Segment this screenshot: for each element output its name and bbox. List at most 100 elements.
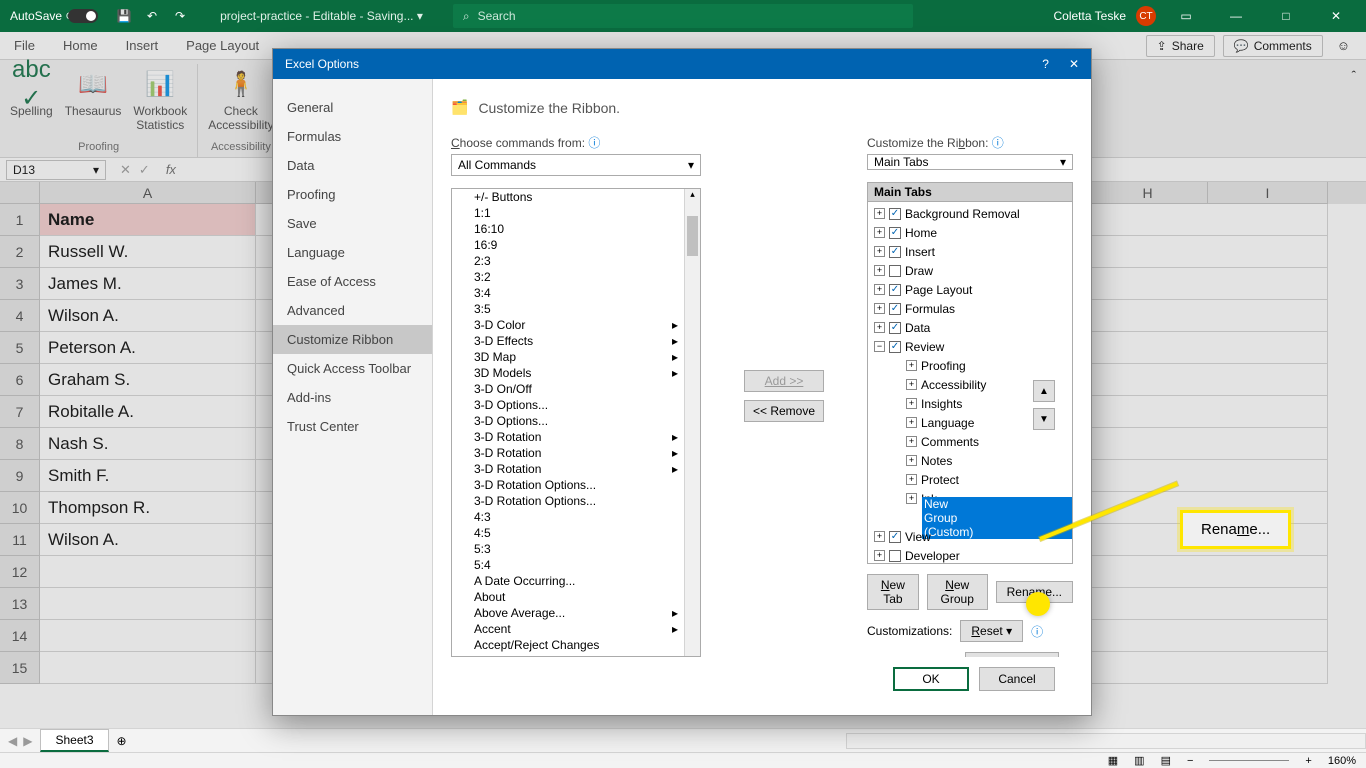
list-item[interactable]: Accept/Reject Changes [452,637,700,653]
options-nav-item[interactable]: Save [273,209,432,238]
row-header[interactable]: 15 [0,652,40,684]
list-item[interactable]: 3-D On/Off [452,381,700,397]
cell[interactable]: Smith F. [40,460,256,492]
row-header[interactable]: 3 [0,268,40,300]
row-header[interactable]: 7 [0,396,40,428]
options-nav-item[interactable]: Formulas [273,122,432,151]
list-item[interactable]: 3-D Options... [452,397,700,413]
col-header-h[interactable]: H [1088,182,1208,204]
cell[interactable]: Graham S. [40,364,256,396]
tree-item[interactable]: +✓Formulas [868,299,1072,318]
cancel-button[interactable]: Cancel [979,667,1055,691]
cell[interactable]: Wilson A. [40,524,256,556]
save-icon[interactable]: 💾 [114,6,134,26]
checkbox[interactable] [889,550,901,562]
select-all-corner[interactable] [0,182,40,204]
name-box[interactable]: D13▾ [6,160,106,180]
zoom-level[interactable]: 160% [1328,755,1356,767]
info-icon[interactable]: ⓘ [1031,623,1043,640]
view-break-icon[interactable]: ▤ [1161,754,1171,767]
list-item[interactable]: 16:9 [452,237,700,253]
checkbox[interactable]: ✓ [889,284,901,296]
col-header-i[interactable]: I [1208,182,1328,204]
info-icon[interactable]: ⓘ [588,136,600,150]
redo-icon[interactable]: ↷ [170,6,190,26]
move-up-button[interactable]: ▲ [1033,380,1055,402]
info-icon[interactable]: ⓘ [992,136,1004,150]
expand-icon[interactable]: − [874,341,885,352]
spelling-button[interactable]: abc✓Spelling [10,68,53,132]
user-avatar[interactable]: CT [1136,6,1156,26]
listbox-scrollbar[interactable]: ▴ [684,189,700,656]
list-item[interactable]: 4:3 [452,509,700,525]
cell[interactable] [40,620,256,652]
autosave-toggle[interactable]: AutoSave On [0,9,104,23]
customize-ribbon-combo[interactable]: Main Tabs▾ [867,154,1073,170]
row-header[interactable]: 1 [0,204,40,236]
row-header[interactable]: 6 [0,364,40,396]
tree-item[interactable]: +✓Page Layout [868,280,1072,299]
new-sheet-icon[interactable]: ⊕ [109,734,135,748]
cell[interactable]: Name [40,204,256,236]
cell[interactable]: Robitalle A. [40,396,256,428]
list-item[interactable]: 3D Models▸ [452,365,700,381]
list-item[interactable]: 3:4 [452,285,700,301]
new-group-button[interactable]: New Group [927,574,988,610]
row-header[interactable]: 9 [0,460,40,492]
commands-listbox[interactable]: +/- Buttons1:116:1016:92:33:23:43:53-D C… [451,188,701,657]
check-accessibility-button[interactable]: 🧍Check Accessibility [208,68,273,132]
share-button[interactable]: ⇪Share [1146,35,1215,57]
expand-icon[interactable]: + [906,360,917,371]
cancel-formula-icon[interactable]: ✕ [120,162,131,178]
minimize-icon[interactable]: — [1216,0,1256,32]
view-normal-icon[interactable]: ▦ [1108,754,1118,767]
list-item[interactable]: Accent▸ [452,621,700,637]
comments-button[interactable]: 💬Comments [1223,35,1323,57]
checkbox[interactable]: ✓ [889,227,901,239]
tab-page-layout[interactable]: Page Layout [172,32,273,59]
tree-item[interactable]: +Notes [868,451,1072,470]
expand-icon[interactable]: + [874,284,885,295]
reset-button[interactable]: Reset ▾ [960,620,1023,642]
expand-icon[interactable]: + [874,246,885,257]
expand-icon[interactable]: + [906,379,917,390]
tree-item[interactable]: New Group (Custom) [868,508,1072,527]
row-header[interactable]: 13 [0,588,40,620]
undo-icon[interactable]: ↶ [142,6,162,26]
cell[interactable] [40,588,256,620]
expand-icon[interactable]: + [874,227,885,238]
sheet-tab[interactable]: Sheet3 [40,729,108,752]
cell[interactable] [40,556,256,588]
options-nav-item[interactable]: Data [273,151,432,180]
cell[interactable]: Wilson A. [40,300,256,332]
row-header[interactable]: 2 [0,236,40,268]
tree-item[interactable]: +Protect [868,470,1072,489]
expand-icon[interactable]: + [906,455,917,466]
expand-icon[interactable]: + [874,265,885,276]
options-nav-item[interactable]: Proofing [273,180,432,209]
remove-button[interactable]: << Remove [744,400,824,422]
close-icon[interactable]: ✕ [1316,0,1356,32]
zoom-slider[interactable] [1209,760,1289,761]
list-item[interactable]: 16:10 [452,221,700,237]
checkbox[interactable]: ✓ [889,303,901,315]
tree-item[interactable]: −✓Review [868,337,1072,356]
list-item[interactable]: 1:1 [452,205,700,221]
options-nav-item[interactable]: General [273,93,432,122]
checkbox[interactable]: ✓ [889,531,901,543]
document-title[interactable]: project-practice - Editable - Saving... … [200,9,443,23]
checkbox[interactable]: ✓ [889,322,901,334]
cell[interactable]: James M. [40,268,256,300]
checkbox[interactable]: ✓ [889,341,901,353]
cell[interactable]: Thompson R. [40,492,256,524]
checkbox[interactable] [889,265,901,277]
workbook-stats-button[interactable]: 📊Workbook Statistics [133,68,187,132]
zoom-out-icon[interactable]: − [1187,755,1193,767]
list-item[interactable]: 3-D Options... [452,413,700,429]
expand-icon[interactable]: + [874,303,885,314]
list-item[interactable]: 3:5 [452,301,700,317]
cell[interactable]: Russell W. [40,236,256,268]
row-header[interactable]: 8 [0,428,40,460]
fx-icon[interactable]: fx [158,162,184,177]
expand-icon[interactable]: + [906,493,917,504]
